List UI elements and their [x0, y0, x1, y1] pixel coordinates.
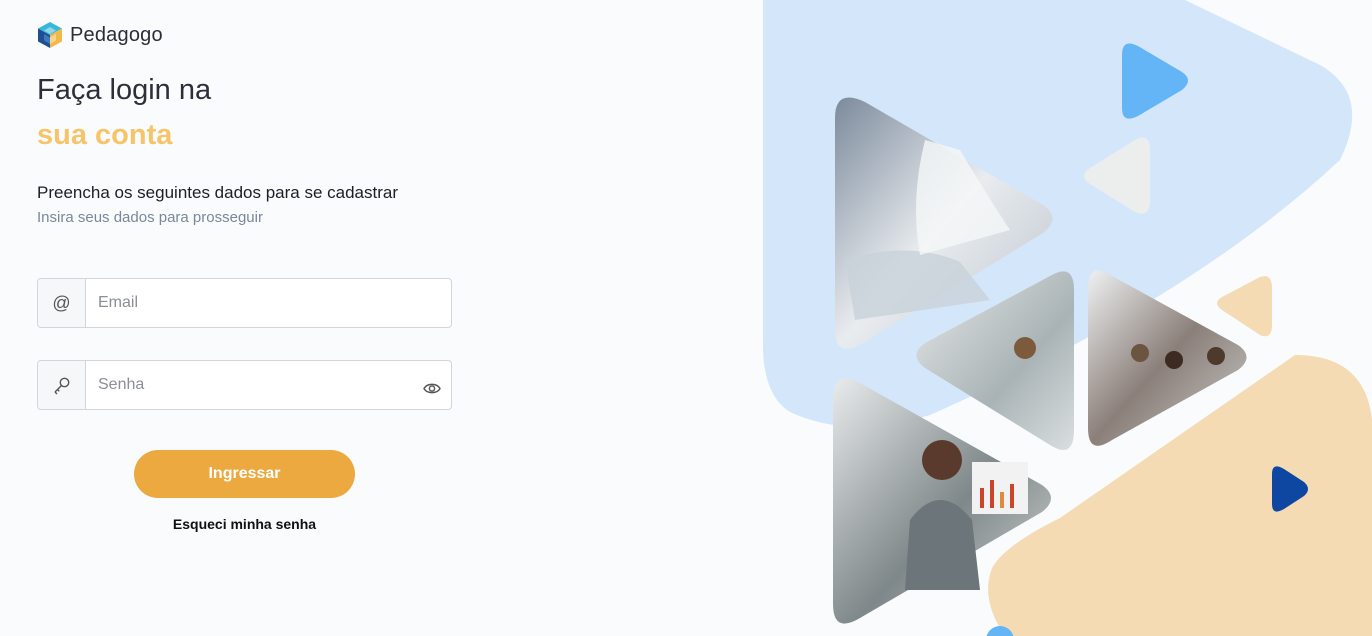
forgot-password-link[interactable]: Esqueci minha senha	[134, 516, 355, 532]
chart-board-bar	[1000, 492, 1004, 508]
person-figure	[1207, 347, 1225, 365]
password-input[interactable]	[86, 361, 451, 409]
person-figure	[1165, 351, 1183, 369]
peach-triangle-shape	[1217, 276, 1272, 337]
person-figure	[1014, 337, 1036, 359]
email-field: @	[37, 278, 452, 328]
at-sign-icon: @	[38, 279, 86, 327]
email-input[interactable]	[86, 279, 451, 327]
cube-logo-icon	[38, 22, 62, 48]
page-title-highlight: sua conta	[37, 119, 173, 151]
brand: Pedagogo	[37, 21, 163, 49]
chart-board-bar	[990, 480, 994, 508]
person-figure	[1131, 344, 1149, 362]
hero-graphic	[763, 0, 1372, 636]
chart-board-bar	[980, 488, 984, 508]
hero-illustration	[760, 0, 1372, 636]
form-subtitle: Preencha os seguintes dados para se cada…	[37, 183, 399, 202]
person-figure	[922, 440, 962, 480]
login-panel: Pedagogo Faça login na sua conta Preench…	[0, 0, 760, 636]
form-hint: Insira seus dados para prosseguir	[37, 209, 263, 226]
key-icon	[38, 361, 86, 409]
eye-icon[interactable]	[423, 382, 441, 395]
password-field	[37, 360, 452, 410]
login-button[interactable]: Ingressar	[134, 450, 355, 498]
brand-name: Pedagogo	[70, 23, 163, 46]
chart-board-bar	[1010, 484, 1014, 508]
page-title: Faça login na	[37, 74, 212, 106]
